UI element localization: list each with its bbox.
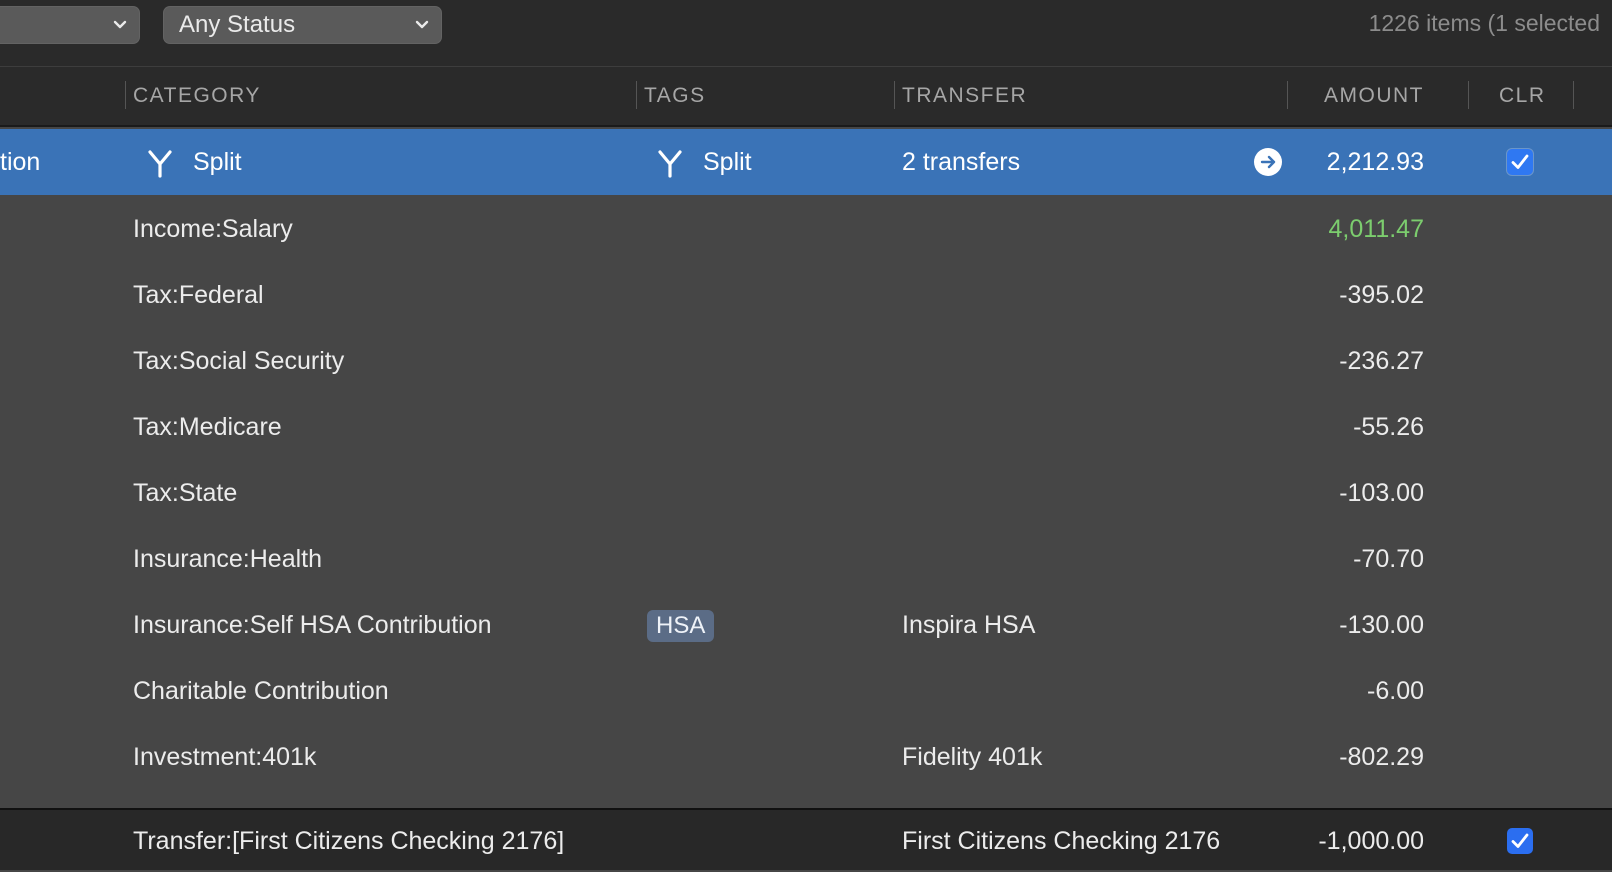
transfer-cell[interactable]: First Citizens Checking 2176	[902, 810, 1220, 872]
checkmark-icon	[1511, 154, 1529, 169]
category-cell[interactable]: Transfer:[First Citizens Checking 2176]	[133, 810, 564, 872]
split-transfer[interactable]: Fidelity 401k	[902, 724, 1042, 790]
column-separator	[1573, 81, 1574, 109]
column-separator	[125, 81, 126, 109]
split-amount[interactable]: -236.27	[1339, 328, 1424, 394]
checkmark-icon	[1511, 833, 1529, 848]
account-filter-popup[interactable]	[0, 6, 140, 44]
split-category[interactable]: Tax:State	[133, 460, 237, 526]
split-row[interactable]: Tax:Medicare -55.26	[0, 394, 1612, 460]
split-row[interactable]: Tax:State -103.00	[0, 460, 1612, 526]
split-category[interactable]: Investment:401k	[133, 724, 316, 790]
column-header-clr[interactable]: CLR	[1499, 67, 1546, 125]
split-category[interactable]: Insurance:Self HSA Contribution	[133, 592, 492, 658]
split-amount[interactable]: -70.70	[1353, 526, 1424, 592]
column-separator	[894, 81, 895, 109]
split-row[interactable]: Insurance:Self HSA Contribution HSA Insp…	[0, 592, 1612, 658]
category-cell[interactable]: Split	[193, 129, 242, 195]
status-filter-label: Any Status	[179, 11, 296, 38]
column-header-category[interactable]: CATEGORY	[133, 67, 261, 125]
status-filter-popup[interactable]: Any Status	[163, 6, 442, 44]
items-count: 1226 items (1 selected	[1368, 10, 1600, 36]
column-header-tags[interactable]: TAGS	[644, 67, 706, 125]
split-row[interactable]: Investment:401k Fidelity 401k -802.29	[0, 724, 1612, 790]
cleared-checkbox[interactable]	[1507, 149, 1533, 175]
split-amount[interactable]: -55.26	[1353, 394, 1424, 460]
split-icon	[658, 150, 682, 178]
column-separator	[636, 81, 637, 109]
arrow-right-icon	[1260, 155, 1276, 169]
split-row[interactable]: Charitable Contribution -6.00	[0, 658, 1612, 724]
split-amount[interactable]: -103.00	[1339, 460, 1424, 526]
split-row[interactable]: Insurance:Health -70.70	[0, 526, 1612, 592]
description-cell: tion	[0, 148, 41, 176]
split-amount[interactable]: -6.00	[1367, 658, 1424, 724]
split-amount[interactable]: -802.29	[1339, 724, 1424, 790]
cleared-checkbox[interactable]	[1507, 828, 1533, 854]
column-header-amount[interactable]: AMOUNT	[1324, 67, 1424, 125]
split-amount[interactable]: -395.02	[1339, 262, 1424, 328]
table-header: CATEGORY TAGS TRANSFER AMOUNT CLR	[0, 67, 1612, 127]
column-header-transfer[interactable]: TRANSFER	[902, 67, 1027, 125]
amount-cell[interactable]: -1,000.00	[1318, 810, 1424, 872]
split-category[interactable]: Tax:Social Security	[133, 328, 344, 394]
amount-cell[interactable]: 2,212.93	[1327, 129, 1424, 195]
column-separator	[1287, 81, 1288, 109]
split-category[interactable]: Income:Salary	[133, 196, 293, 262]
tag-pill-hsa[interactable]: HSA	[647, 610, 715, 643]
split-category[interactable]: Charitable Contribution	[133, 658, 389, 724]
chevron-down-icon	[113, 20, 127, 29]
split-amount[interactable]: 4,011.47	[1329, 196, 1424, 262]
transfer-cell[interactable]: 2 transfers	[902, 129, 1020, 195]
transaction-row-selected[interactable]: tion Split Split 2 transfers 2,212.93	[0, 129, 1612, 195]
split-transfer[interactable]: Inspira HSA	[902, 592, 1035, 658]
column-separator	[1468, 81, 1469, 109]
chevron-down-icon	[415, 20, 429, 29]
split-category[interactable]: Insurance:Health	[133, 526, 322, 592]
split-row[interactable]: Income:Salary 4,011.47	[0, 196, 1612, 262]
toolbar: Any Status 1226 items (1 selected	[0, 0, 1612, 67]
split-category[interactable]: Tax:Medicare	[133, 394, 282, 460]
split-row[interactable]: Tax:Federal -395.02	[0, 262, 1612, 328]
tag-cell[interactable]: HSA	[647, 592, 715, 658]
transaction-row[interactable]: Transfer:[First Citizens Checking 2176] …	[0, 808, 1612, 870]
split-amount[interactable]: -130.00	[1339, 592, 1424, 658]
split-icon	[148, 150, 172, 178]
go-to-transfer-button[interactable]	[1254, 148, 1282, 176]
split-category[interactable]: Tax:Federal	[133, 262, 264, 328]
split-row[interactable]: Tax:Social Security -236.27	[0, 328, 1612, 394]
tags-cell[interactable]: Split	[703, 129, 752, 195]
